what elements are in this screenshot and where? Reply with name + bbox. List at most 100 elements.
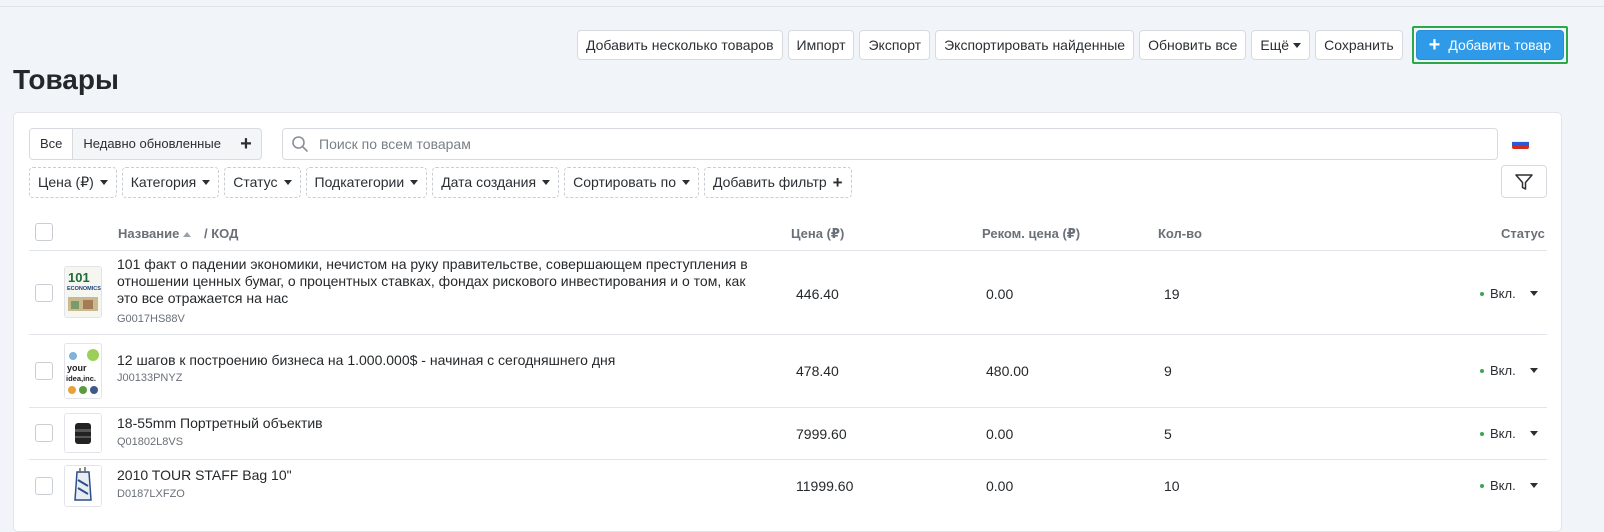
select-all-checkbox[interactable] — [35, 223, 53, 241]
table-row[interactable]: 18-55mm Портретный объектив Q01802L8VS 7… — [29, 408, 1547, 460]
export-found-label: Экспортировать найденные — [944, 37, 1126, 53]
column-name[interactable]: Название — [118, 226, 192, 241]
more-label: Ещё — [1260, 37, 1290, 53]
row-checkbox[interactable] — [35, 424, 53, 442]
product-name[interactable]: 18-55mm Портретный объектив — [117, 415, 767, 432]
qty-cell[interactable]: 19 — [1164, 286, 1180, 302]
product-thumbnail[interactable]: 101 ECONOMICS — [64, 266, 102, 318]
sort-by-label: Сортировать по — [573, 174, 676, 190]
caret-down-icon — [1529, 483, 1538, 488]
row-checkbox[interactable] — [35, 284, 53, 302]
product-name[interactable]: 12 шагов к построению бизнеса на 1.000.0… — [117, 352, 767, 369]
qty-cell[interactable]: 5 — [1164, 426, 1172, 442]
caret-down-icon — [1293, 42, 1302, 48]
top-divider — [0, 6, 1604, 7]
rec-price-cell[interactable]: 0.00 — [986, 426, 1013, 442]
tab-all[interactable]: Все — [30, 129, 74, 159]
price-cell[interactable]: 446.40 — [796, 286, 839, 302]
column-price[interactable]: Цена (₽) — [791, 226, 844, 242]
import-label: Импорт — [796, 37, 846, 53]
svg-text:idea,inc.: idea,inc. — [66, 374, 96, 383]
product-thumbnail[interactable] — [64, 413, 102, 453]
status-dropdown[interactable]: Вкл. — [1480, 426, 1538, 441]
caret-down-icon — [283, 180, 292, 185]
caret-down-icon — [410, 180, 419, 185]
top-toolbar: Добавить несколько товаров Импорт Экспор… — [576, 26, 1568, 64]
product-name[interactable]: 101 факт о падении экономики, нечистом н… — [117, 256, 767, 307]
product-code: D0187LXFZO — [117, 488, 185, 500]
price-cell[interactable]: 478.40 — [796, 363, 839, 379]
product-code: Q01802L8VS — [117, 436, 184, 448]
import-button[interactable]: Импорт — [787, 30, 855, 60]
status-label: Вкл. — [1490, 286, 1516, 301]
update-all-button[interactable]: Обновить все — [1139, 30, 1247, 60]
language-flag-icon[interactable] — [1512, 137, 1529, 149]
filter-price[interactable]: Цена (₽) — [29, 167, 117, 198]
add-product-label: Добавить товар — [1448, 37, 1551, 53]
sort-by-button[interactable]: Сортировать по — [564, 167, 699, 198]
product-thumbnail[interactable] — [64, 465, 102, 507]
caret-down-icon — [681, 180, 690, 185]
advanced-filter-button[interactable] — [1501, 165, 1547, 198]
svg-text:your: your — [67, 363, 87, 373]
export-found-button[interactable]: Экспортировать найденные — [935, 30, 1135, 60]
search-input[interactable] — [317, 135, 1471, 153]
filter-category-label: Категория — [130, 174, 197, 190]
column-rec-price[interactable]: Реком. цена (₽) — [982, 226, 1080, 242]
qty-cell[interactable]: 10 — [1164, 478, 1180, 494]
product-code: J00133PNYZ — [117, 372, 183, 384]
qty-cell[interactable]: 9 — [1164, 363, 1172, 379]
add-filter-button[interactable]: Добавить фильтр + — [703, 167, 852, 198]
status-dropdown[interactable]: Вкл. — [1480, 478, 1538, 493]
table-row[interactable]: 101 ECONOMICS 101 факт о падении экономи… — [29, 250, 1547, 335]
tab-recently-updated[interactable]: Недавно обновленные — [73, 129, 231, 159]
filter-status[interactable]: Статус — [224, 167, 301, 198]
caret-down-icon — [99, 180, 108, 185]
export-button[interactable]: Экспорт — [859, 30, 931, 60]
filter-bar: Цена (₽) Категория Статус Подкатегории Д… — [29, 167, 852, 198]
column-qty[interactable]: Кол-во — [1158, 226, 1202, 241]
row-checkbox[interactable] — [35, 477, 53, 495]
table-row[interactable]: your idea,inc. 12 шагов к построению биз… — [29, 335, 1547, 408]
price-cell[interactable]: 11999.60 — [796, 478, 853, 494]
export-label: Экспорт — [868, 37, 922, 53]
column-code[interactable]: / КОД — [204, 226, 238, 241]
table-row[interactable]: 2010 TOUR STAFF Bag 10" D0187LXFZO 11999… — [29, 460, 1547, 512]
price-cell[interactable]: 7999.60 — [796, 426, 847, 442]
status-on-dot-icon — [1480, 431, 1484, 436]
product-thumbnail[interactable]: your idea,inc. — [64, 343, 102, 399]
row-checkbox[interactable] — [35, 362, 53, 380]
filter-category[interactable]: Категория — [121, 167, 220, 198]
filter-date-label: Дата создания — [441, 174, 537, 190]
sort-ascending-icon — [183, 232, 192, 238]
add-filter-label: Добавить фильтр — [712, 174, 827, 190]
save-button[interactable]: Сохранить — [1315, 30, 1403, 60]
save-label: Сохранить — [1324, 37, 1394, 53]
product-name[interactable]: 2010 TOUR STAFF Bag 10" — [117, 467, 767, 484]
add-product-button[interactable]: + Добавить товар — [1415, 30, 1564, 60]
update-all-label: Обновить все — [1148, 37, 1238, 53]
table-header: Название / КОД Цена (₽) Реком. цена (₽) … — [29, 217, 1547, 251]
golf-bag-image — [65, 466, 101, 506]
products-panel: Все Недавно обновленные + Цена (₽) Катег… — [13, 112, 1562, 532]
more-dropdown-button[interactable]: Ещё — [1251, 30, 1311, 60]
plus-icon: + — [1428, 34, 1441, 56]
filter-subcategories[interactable]: Подкатегории — [305, 167, 428, 198]
rec-price-cell[interactable]: 480.00 — [986, 363, 1029, 379]
status-dropdown[interactable]: Вкл. — [1480, 286, 1538, 301]
bulk-add-button[interactable]: Добавить несколько товаров — [576, 30, 783, 60]
column-status[interactable]: Статус — [1501, 226, 1545, 241]
status-on-dot-icon — [1480, 483, 1484, 488]
rec-price-cell[interactable]: 0.00 — [986, 478, 1013, 494]
add-view-button[interactable]: + — [231, 129, 261, 159]
status-on-dot-icon — [1480, 291, 1484, 296]
status-label: Вкл. — [1490, 363, 1516, 378]
product-code: G0017HS88V — [117, 313, 185, 325]
search-box — [282, 128, 1498, 160]
caret-down-icon — [1529, 431, 1538, 436]
rec-price-cell[interactable]: 0.00 — [986, 286, 1013, 302]
status-dropdown[interactable]: Вкл. — [1480, 363, 1538, 378]
filter-date-created[interactable]: Дата создания — [432, 167, 560, 198]
bulk-add-label: Добавить несколько товаров — [585, 37, 774, 53]
page-title: Товары — [13, 64, 119, 95]
